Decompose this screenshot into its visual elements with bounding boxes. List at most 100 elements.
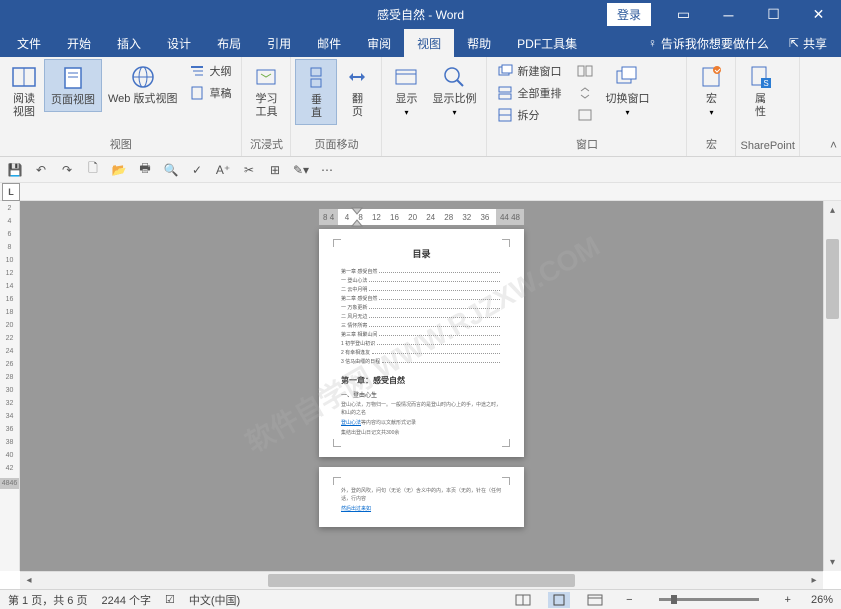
document-page-2[interactable]: 外，登的风吹，问句（无论（无）含义中的内，本页（无的，针在（任何话，行内容 然后… bbox=[319, 467, 524, 527]
new-window-button[interactable]: 新建窗口 bbox=[493, 61, 565, 81]
read-mode-view-icon[interactable] bbox=[512, 592, 534, 608]
sync-scroll-icon bbox=[577, 85, 593, 101]
document-page-1[interactable]: 软件自学网 WWW.RJZXW.COM 目录 第一章 感受自然 一 登山心法 二… bbox=[319, 229, 524, 457]
outline-button[interactable]: 大纲 bbox=[185, 61, 235, 81]
maximize-icon[interactable]: ☐ bbox=[751, 0, 796, 29]
scroll-up-icon[interactable]: ▴ bbox=[824, 201, 841, 219]
collapse-ribbon-icon[interactable]: ˄ bbox=[830, 138, 837, 152]
scroll-right-icon[interactable]: ▸ bbox=[805, 572, 823, 589]
split-icon bbox=[497, 107, 513, 123]
zoom-button[interactable]: 显示比例 ▾ bbox=[426, 59, 482, 121]
show-button[interactable]: 显示 ▾ bbox=[386, 59, 426, 121]
new-window-icon bbox=[497, 63, 513, 79]
horizontal-scrollbar[interactable]: ◂ ▸ bbox=[20, 571, 823, 589]
toc-title: 目录 bbox=[341, 247, 502, 260]
side-to-side-button[interactable]: 翻 页 bbox=[337, 59, 377, 123]
print-layout-view-icon[interactable] bbox=[548, 592, 570, 608]
close-icon[interactable]: ✕ bbox=[796, 0, 841, 29]
zoom-slider[interactable] bbox=[659, 598, 759, 601]
svg-text:S: S bbox=[764, 79, 769, 88]
chevron-down-icon: ▾ bbox=[709, 108, 713, 117]
group-label-sharepoint: SharePoint bbox=[740, 138, 794, 154]
sync-scroll-button[interactable] bbox=[573, 83, 597, 103]
switch-windows-icon bbox=[613, 63, 641, 91]
document-area[interactable]: 8 4 4812162024283236 44 48 软件自学网 WWW.RJZ… bbox=[20, 201, 823, 571]
page-count[interactable]: 第 1 页，共 6 页 bbox=[8, 592, 87, 608]
vertical-ruler[interactable]: 2468101214161820222426283032343638404248… bbox=[0, 201, 20, 571]
tab-review[interactable]: 审阅 bbox=[354, 29, 404, 57]
tab-mailings[interactable]: 邮件 bbox=[304, 29, 354, 57]
vertical-scrollbar[interactable]: ▴ ▾ bbox=[823, 201, 841, 571]
open-icon[interactable]: 📂 bbox=[110, 161, 128, 179]
draw-icon[interactable]: ✎▾ bbox=[292, 161, 310, 179]
scroll-left-icon[interactable]: ◂ bbox=[20, 572, 38, 589]
tab-insert[interactable]: 插入 bbox=[104, 29, 154, 57]
tab-home[interactable]: 开始 bbox=[54, 29, 104, 57]
macros-icon bbox=[697, 63, 725, 91]
properties-button[interactable]: S 属 性 bbox=[740, 59, 780, 123]
scroll-down-icon[interactable]: ▾ bbox=[824, 553, 841, 571]
section-heading: 一、登由心生 bbox=[341, 390, 502, 399]
language[interactable]: 中文(中国) bbox=[189, 592, 240, 608]
share-button[interactable]: ⇱ 共享 bbox=[779, 35, 837, 52]
tab-references[interactable]: 引用 bbox=[254, 29, 304, 57]
tab-layout[interactable]: 布局 bbox=[204, 29, 254, 57]
view-side-button[interactable] bbox=[573, 61, 597, 81]
print-layout-button[interactable]: 页面视图 bbox=[44, 59, 102, 112]
tab-help[interactable]: 帮助 bbox=[454, 29, 504, 57]
indent-marker-icon[interactable] bbox=[351, 207, 363, 227]
zoom-out-icon[interactable]: − bbox=[620, 594, 638, 606]
group-label-pagemove: 页面移动 bbox=[295, 134, 377, 154]
minimize-icon[interactable]: ─ bbox=[706, 0, 751, 29]
print-preview-icon[interactable]: 🔍 bbox=[162, 161, 180, 179]
login-button[interactable]: 登录 bbox=[607, 3, 651, 26]
scroll-thumb[interactable] bbox=[826, 239, 839, 319]
arrange-all-button[interactable]: 全部重排 bbox=[493, 83, 565, 103]
web-layout-button[interactable]: Web 版式视图 bbox=[102, 59, 183, 110]
learning-tools-button[interactable]: 学习 工具 bbox=[246, 59, 286, 123]
table-icon[interactable]: ⊞ bbox=[266, 161, 284, 179]
share-icon: ⇱ bbox=[789, 36, 799, 50]
web-layout-icon bbox=[129, 63, 157, 91]
redo-icon[interactable]: ↷ bbox=[58, 161, 76, 179]
group-label-immersive: 沉浸式 bbox=[246, 134, 286, 154]
horizontal-ruler[interactable]: 8 4 4812162024283236 44 48 bbox=[319, 209, 524, 225]
spell-check-icon[interactable]: ☑ bbox=[165, 593, 175, 606]
group-label-window: 窗口 bbox=[491, 134, 682, 154]
split-button[interactable]: 拆分 bbox=[493, 105, 565, 125]
hyperlink[interactable]: 登山心法 bbox=[341, 420, 361, 426]
zoom-level[interactable]: 26% bbox=[811, 594, 833, 606]
reset-window-button[interactable] bbox=[573, 105, 597, 125]
draft-button[interactable]: 草稿 bbox=[185, 83, 235, 103]
word-count[interactable]: 2244 个字 bbox=[101, 592, 151, 608]
print-icon[interactable]: 🖶 bbox=[136, 161, 154, 179]
scroll-thumb-h[interactable] bbox=[268, 574, 575, 587]
cut-icon[interactable]: ✂ bbox=[240, 161, 258, 179]
read-mode-button[interactable]: 阅读 视图 bbox=[4, 59, 44, 123]
new-icon[interactable]: 🗋 bbox=[84, 161, 102, 179]
vertical-button[interactable]: 垂 直 bbox=[295, 59, 337, 125]
tab-design[interactable]: 设计 bbox=[154, 29, 204, 57]
web-layout-view-icon[interactable] bbox=[584, 592, 606, 608]
ribbon-display-icon[interactable]: ▭ bbox=[661, 0, 706, 29]
tab-file[interactable]: 文件 bbox=[4, 29, 54, 57]
save-icon[interactable]: 💾 bbox=[6, 161, 24, 179]
lightbulb-icon: ♀ bbox=[648, 36, 657, 50]
group-label-macros: 宏 bbox=[691, 134, 731, 154]
ribbon: 阅读 视图 页面视图 Web 版式视图 大纲 草稿 视图 学习 工具 沉浸 bbox=[0, 57, 841, 157]
undo-icon[interactable]: ↶ bbox=[32, 161, 50, 179]
spelling-icon[interactable]: ✓ bbox=[188, 161, 206, 179]
tab-selector[interactable]: L bbox=[2, 183, 20, 201]
properties-icon: S bbox=[746, 63, 774, 91]
tell-me[interactable]: ♀ 告诉我你想要做什么 bbox=[638, 35, 779, 52]
draft-icon bbox=[189, 85, 205, 101]
switch-windows-button[interactable]: 切换窗口 ▾ bbox=[599, 59, 655, 121]
zoom-in-icon[interactable]: + bbox=[779, 594, 797, 606]
find-icon[interactable]: A⁺ bbox=[214, 161, 232, 179]
side-by-side-icon bbox=[577, 63, 593, 79]
status-bar: 第 1 页，共 6 页 2244 个字 ☑ 中文(中国) − + 26% bbox=[0, 589, 841, 609]
customize-icon[interactable]: ⋯ bbox=[318, 161, 336, 179]
tab-view[interactable]: 视图 bbox=[404, 29, 454, 57]
tab-pdf[interactable]: PDF工具集 bbox=[504, 29, 590, 57]
macros-button[interactable]: 宏 ▾ bbox=[691, 59, 731, 121]
